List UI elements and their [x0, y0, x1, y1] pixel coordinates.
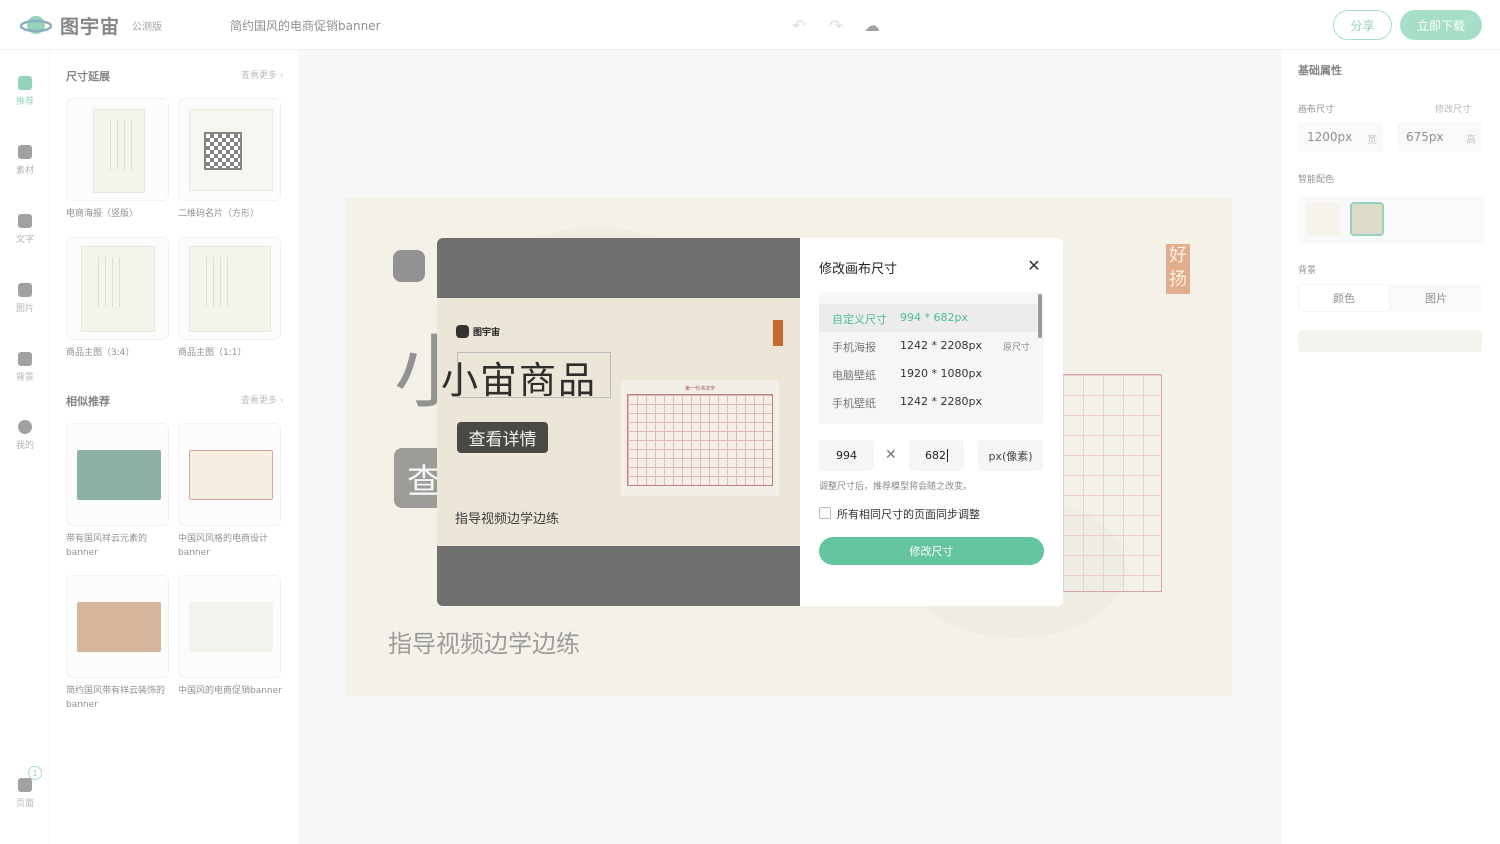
- preview-subtitle: 指导视频边学边练: [455, 512, 560, 527]
- preset-size: 1242 * 2280px: [900, 395, 982, 408]
- preview-title: 小宙商品: [441, 359, 597, 402]
- preview-canvas: 图宇宙 小宙商品 查看详情 指导视频边学边练 第一代书法字: [437, 298, 801, 546]
- preset-name: 手机海报: [832, 341, 876, 354]
- preset-name: 电脑壁纸: [832, 369, 876, 382]
- size-preview-panel: 图宇宙 小宙商品 查看详情 指导视频边学边练 第一代书法字: [437, 238, 801, 606]
- resize-canvas-dialog: 修改画布尺寸 ✕ 自定义尺寸 994 * 682px 手机海报 1242 * 2…: [800, 238, 1063, 606]
- height-input[interactable]: 682: [909, 440, 964, 471]
- original-size-tag: 原尺寸: [1003, 343, 1031, 353]
- sync-checkbox[interactable]: [819, 507, 831, 519]
- list-scrollbar[interactable]: [1038, 294, 1042, 338]
- preset-row[interactable]: 手机海报 1242 * 2208px 原尺寸: [819, 332, 1037, 360]
- unit-select[interactable]: px(像素): [978, 440, 1043, 471]
- multiply-icon: ✕: [885, 447, 897, 463]
- preset-row[interactable]: 电脑壁纸 1920 * 1080px: [819, 360, 1037, 388]
- preview-grid: [627, 394, 773, 486]
- preview-seal: [773, 320, 783, 346]
- close-icon[interactable]: ✕: [1026, 258, 1042, 274]
- preset-row[interactable]: 手机壁纸 1242 * 2280px: [819, 388, 1037, 416]
- preview-button: 查看详情: [457, 422, 548, 453]
- preset-name: 自定义尺寸: [832, 313, 887, 326]
- preview-logo-text: 图宇宙: [473, 328, 501, 338]
- preset-name: 手机壁纸: [832, 397, 876, 410]
- text-cursor: [947, 449, 948, 462]
- preview-grid-paper: 第一代书法字: [621, 380, 779, 496]
- apply-size-button[interactable]: 修改尺寸: [819, 537, 1044, 565]
- preset-row[interactable]: 自定义尺寸 994 * 682px: [819, 304, 1037, 332]
- resize-hint: 调整尺寸后，推荐模型将会随之改变。: [819, 482, 973, 492]
- sync-checkbox-label[interactable]: 所有相同尺寸的页面同步调整: [837, 506, 980, 522]
- width-input[interactable]: 994: [819, 440, 874, 471]
- preview-paper-title: 第一代书法字: [685, 386, 716, 392]
- preset-size: 1920 * 1080px: [900, 367, 982, 380]
- preset-size: 1242 * 2208px: [900, 339, 982, 352]
- height-input-value: 682: [925, 449, 946, 462]
- preview-logo-icon: [456, 325, 469, 338]
- preset-size: 994 * 682px: [900, 311, 968, 324]
- dialog-title: 修改画布尺寸: [819, 262, 898, 277]
- size-preset-list: 自定义尺寸 994 * 682px 手机海报 1242 * 2208px 原尺寸…: [819, 292, 1044, 424]
